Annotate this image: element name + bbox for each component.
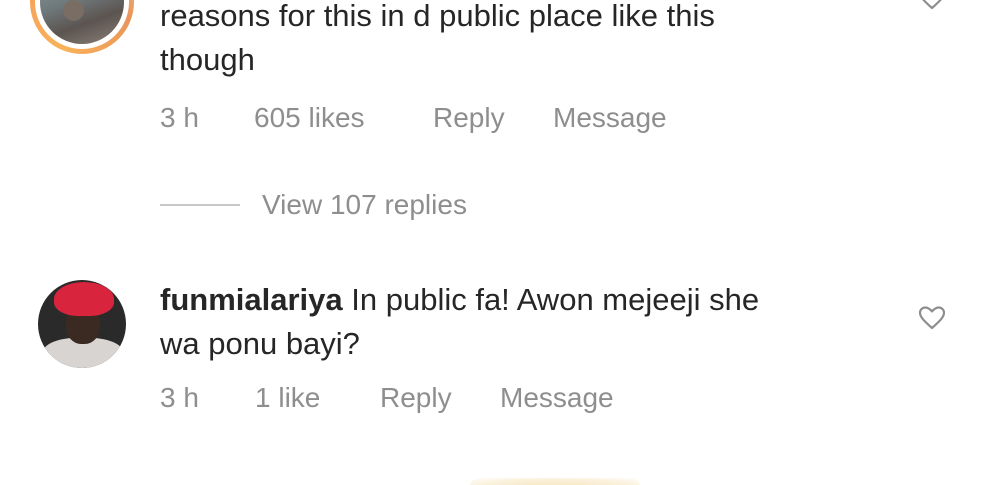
view-replies-divider <box>160 204 240 206</box>
avatar-hat <box>54 282 114 316</box>
comment-1-reply-button[interactable]: Reply <box>433 101 505 135</box>
comment-2-message-button[interactable]: Message <box>500 381 614 415</box>
comment-2-time: 3 h <box>160 382 199 413</box>
comment-1-time: 3 h <box>160 102 199 133</box>
comment-2-text: funmialariya In public fa! Awon mejeeji … <box>160 278 880 366</box>
comment-2-likes[interactable]: 1 like <box>255 381 320 415</box>
next-item-peek <box>470 478 640 485</box>
comment-thread: reasons for this in d public place like … <box>0 0 1000 485</box>
comment-2-body-line-2: wa ponu bayi? <box>160 326 360 361</box>
comment-2-body-line-1: In public fa! Awon mejeeji she <box>351 282 760 317</box>
comment-1-line-1: reasons for this in d public place like … <box>160 0 715 33</box>
comment-1-avatar[interactable] <box>30 0 134 54</box>
comment-2-avatar[interactable] <box>38 280 126 368</box>
view-replies-label: View 107 replies <box>262 189 467 220</box>
view-replies-button[interactable]: View 107 replies <box>160 188 467 222</box>
heart-outline-icon[interactable] <box>918 306 946 330</box>
comment-1-likes[interactable]: 605 likes <box>254 101 365 135</box>
comment-2-reply-button[interactable]: Reply <box>380 381 452 415</box>
comment-1-line-2: though <box>160 42 255 77</box>
heart-outline-icon[interactable] <box>918 0 946 10</box>
comment-2-username[interactable]: funmialariya <box>160 282 343 317</box>
comment-1-text: reasons for this in d public place like … <box>160 0 880 82</box>
comment-1-message-button[interactable]: Message <box>553 101 667 135</box>
